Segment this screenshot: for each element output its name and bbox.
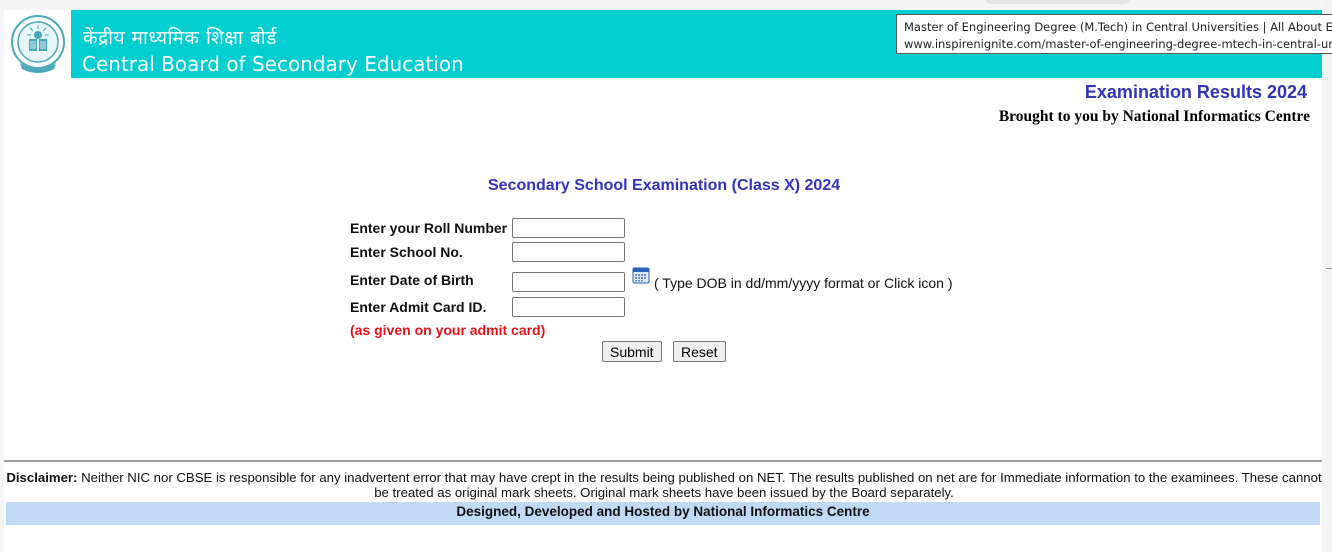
disclaimer: Disclaimer: Neither NIC nor CBSE is resp… <box>6 470 1322 500</box>
admit-card-note: (as given on your admit card) <box>350 322 546 338</box>
disclaimer-text: Neither NIC nor CBSE is responsible for … <box>77 470 1322 500</box>
calendar-icon[interactable] <box>632 266 650 284</box>
submit-button[interactable]: Submit <box>602 341 662 362</box>
exam-results-heading: Examination Results 2024 <box>1084 82 1307 102</box>
roll-number-label: Enter your Roll Number <box>350 220 508 236</box>
logo-container <box>4 10 71 78</box>
english-title: Central Board of Secondary Education <box>82 52 464 76</box>
page-scrollbar[interactable] <box>1322 0 1332 552</box>
tooltip-url: www.inspirenignite.com/master-of-enginee… <box>904 37 1332 51</box>
dob-input[interactable] <box>512 272 625 292</box>
tooltip-title: Master of Engineering Degree (M.Tech) in… <box>904 20 1332 34</box>
admit-card-label: Enter Admit Card ID. <box>350 299 487 315</box>
footer-divider <box>4 460 1322 462</box>
form-title: Secondary School Examination (Class X) 2… <box>488 177 841 194</box>
cbse-logo-icon <box>11 15 65 73</box>
dob-hint: ( Type DOB in dd/mm/yyyy format or Click… <box>654 275 953 291</box>
browser-pill <box>985 0 1130 4</box>
dob-label: Enter Date of Birth <box>350 272 474 288</box>
roll-number-input[interactable] <box>512 218 625 238</box>
school-no-label: Enter School No. <box>350 244 463 260</box>
brought-by-text: Brought to you by National Informatics C… <box>998 108 1310 125</box>
disclaimer-label: Disclaimer: <box>6 470 78 485</box>
hindi-title: केंद्रीय माध्यमिक शिक्षा बोर्ड <box>83 27 277 49</box>
link-tooltip: Master of Engineering Degree (M.Tech) in… <box>896 14 1332 54</box>
reset-button[interactable]: Reset <box>673 341 726 362</box>
credits-bar: Designed, Developed and Hosted by Nation… <box>6 502 1320 525</box>
school-no-input[interactable] <box>512 242 625 262</box>
scroll-marker <box>1326 268 1332 269</box>
results-page: केंद्रीय माध्यमिक शिक्षा बोर्ड Central B… <box>4 10 1322 552</box>
admit-card-input[interactable] <box>512 297 625 317</box>
